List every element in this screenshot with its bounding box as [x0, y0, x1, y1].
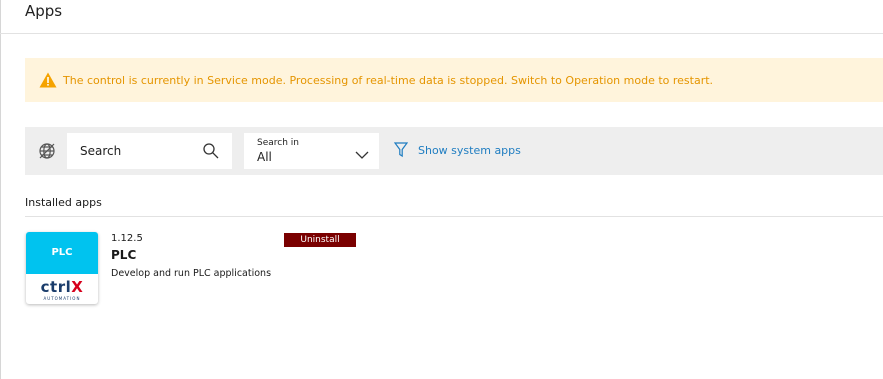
search-in-label: Search in	[257, 138, 299, 148]
search-input[interactable]: Search	[67, 133, 232, 169]
search-in-value: All	[257, 150, 272, 164]
divider	[25, 216, 883, 217]
chevron-down-icon	[355, 145, 369, 159]
alert-message: The control is currently in Service mode…	[63, 73, 714, 87]
apps-toolbar: Search Search in All Show system apps	[25, 127, 883, 175]
ctrlx-brand-logo: ctrlX	[40, 278, 84, 296]
logo-tile-text: PLC	[51, 247, 73, 258]
globe-off-icon[interactable]	[37, 141, 57, 161]
filter-icon	[393, 142, 409, 158]
logo-tile: PLC	[26, 232, 98, 274]
app-description: Develop and run PLC applications	[111, 268, 272, 279]
plc-app-logo[interactable]: PLC ctrlX AUTOMATION	[26, 232, 98, 304]
show-system-apps-label: Show system apps	[418, 143, 521, 157]
left-border	[0, 0, 1, 379]
page-title: Apps	[25, 2, 63, 20]
app-version: 1.12.5	[111, 233, 143, 244]
divider	[0, 33, 883, 34]
show-system-apps-link[interactable]: Show system apps	[393, 142, 521, 158]
uninstall-button[interactable]: Uninstall	[284, 233, 356, 247]
app-name: PLC	[111, 248, 137, 262]
search-in-select[interactable]: Search in All	[244, 133, 379, 169]
logo-subtitle: AUTOMATION	[43, 296, 81, 301]
installed-apps-heading: Installed apps	[25, 196, 102, 209]
service-mode-alert: The control is currently in Service mode…	[25, 58, 883, 102]
warning-icon	[38, 70, 58, 90]
search-icon[interactable]	[202, 142, 220, 160]
search-placeholder: Search	[80, 144, 122, 158]
